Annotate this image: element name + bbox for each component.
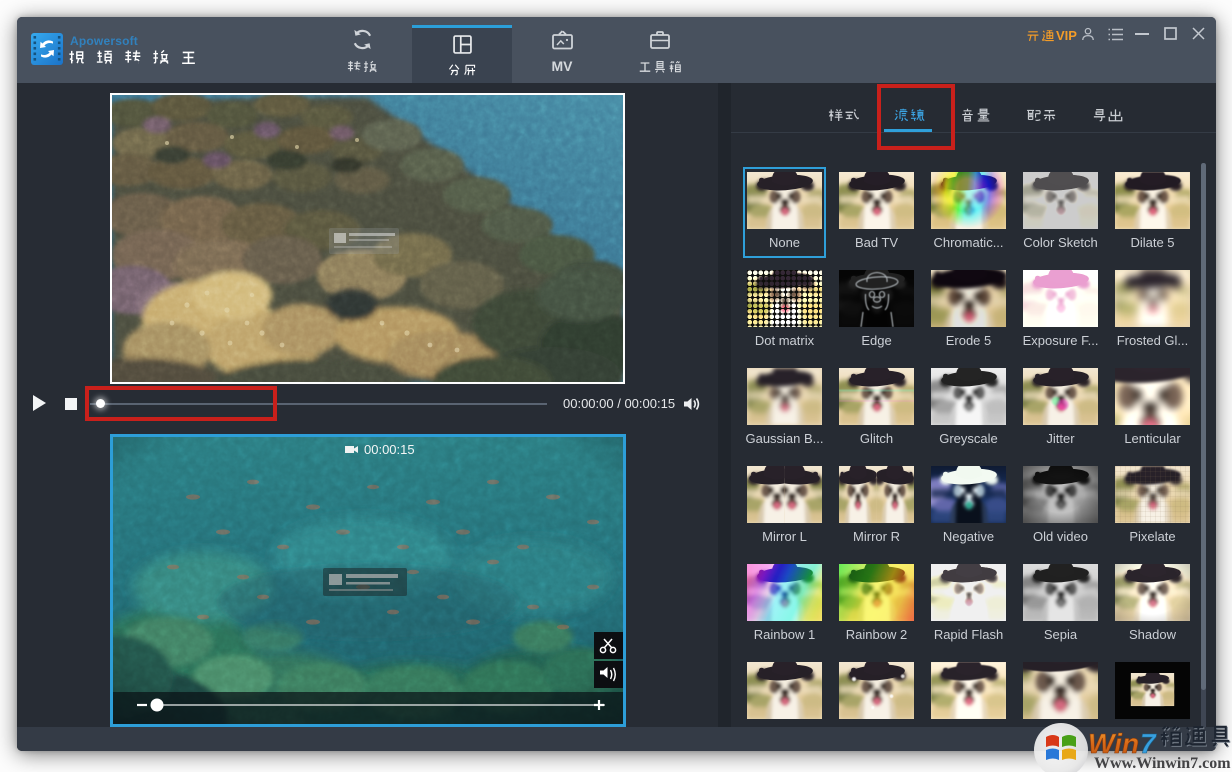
svg-text:00:00:15: 00:00:15	[364, 442, 415, 457]
svg-text:Www.Winwin7.com: Www.Winwin7.com	[1094, 755, 1231, 772]
